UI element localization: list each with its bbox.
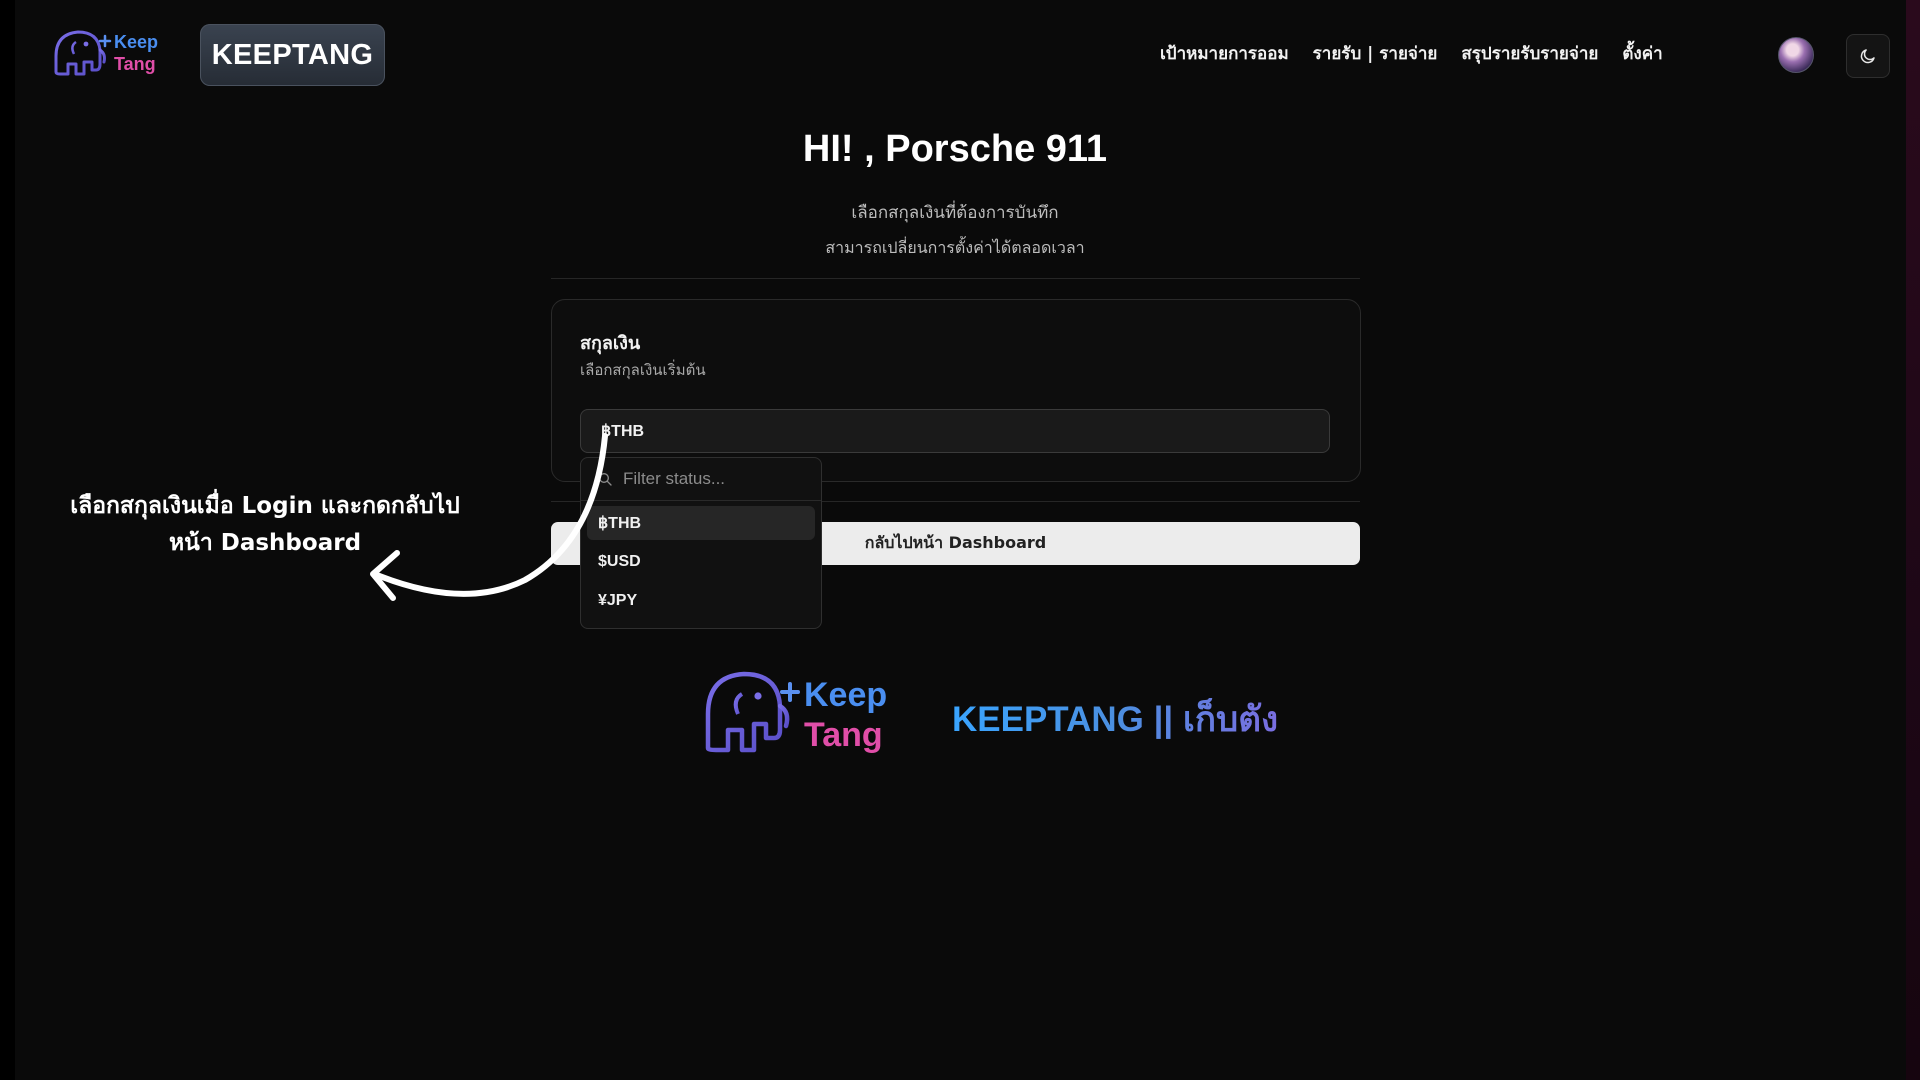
option-thb[interactable]: ฿THB <box>587 506 815 540</box>
avatar[interactable] <box>1778 37 1814 73</box>
option-jpy[interactable]: ¥JPY <box>587 584 815 618</box>
curved-arrow-icon <box>370 433 608 601</box>
greeting-heading: HI! , Porsche 911 <box>802 128 1108 170</box>
nav-item-income-expense[interactable]: รายรับ | รายจ่าย <box>1313 40 1438 67</box>
footer-brand-text: KEEPTANG || เก็บตัง <box>952 692 1278 747</box>
moon-icon <box>1860 49 1875 64</box>
card-title: สกุลเงิน <box>580 333 641 354</box>
keeptang-logo-large-icon: Keep Tang <box>705 671 887 754</box>
main-nav: เป้าหมายการออม รายรับ | รายจ่าย สรุปรายร… <box>1160 40 1663 67</box>
logo-large-keep-text: Keep <box>804 676 887 714</box>
option-usd[interactable]: $USD <box>587 545 815 579</box>
keeptang-logo-icon[interactable]: Keep Tang <box>48 24 168 82</box>
nav-item-summary[interactable]: สรุปรายรับรายจ่าย <box>1461 40 1598 67</box>
brand-button[interactable]: KEEPTANG <box>200 24 385 86</box>
top-navbar: Keep Tang KEEPTANG เป้าหมายการออม รายรับ… <box>0 0 1906 110</box>
theme-toggle-button[interactable] <box>1846 34 1890 78</box>
back-to-dashboard-label: กลับไปหน้า Dashboard <box>864 533 1047 552</box>
card-description: เลือกสกุลเงินเริ่มต้น <box>580 361 706 379</box>
currency-card: สกุลเงิน เลือกสกุลเงินเริ่มต้น ฿THB <box>551 299 1361 482</box>
logo-tang-text: Tang <box>114 54 156 74</box>
logo-keep-text: Keep <box>114 32 158 52</box>
divider <box>551 278 1360 279</box>
nav-item-savings-goal[interactable]: เป้าหมายการออม <box>1160 40 1289 67</box>
dropdown-search <box>581 458 821 501</box>
greeting-subtitle: เลือกสกุลเงินที่ต้องการบันทึก <box>851 203 1059 223</box>
brand-name: KEEPTANG <box>211 38 374 71</box>
greeting-subtitle-2: สามารถเปลี่ยนการตั้งค่าได้ตลอดเวลา <box>825 238 1085 257</box>
currency-dropdown: ฿THB $USD ¥JPY <box>580 457 822 629</box>
filter-status-input[interactable] <box>621 468 805 490</box>
currency-select[interactable]: ฿THB <box>580 409 1330 453</box>
nav-item-settings[interactable]: ตั้งค่า <box>1622 40 1662 67</box>
logo-large-tang-text: Tang <box>804 716 883 754</box>
